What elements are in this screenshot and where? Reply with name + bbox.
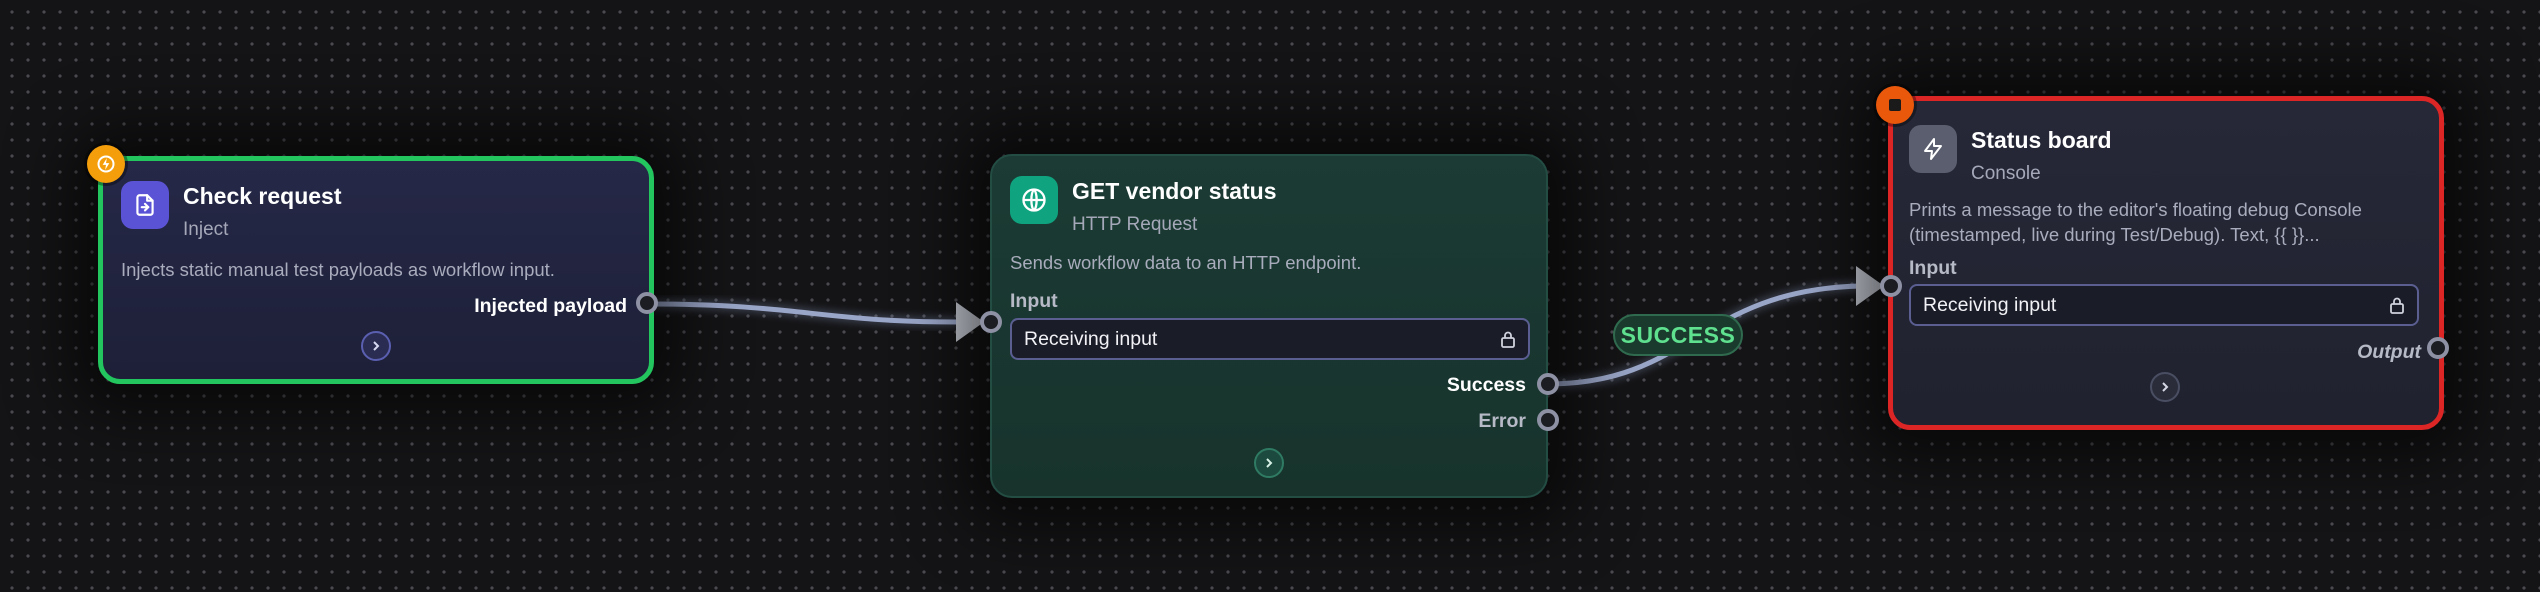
inject-icon	[121, 181, 169, 229]
expand-button[interactable]	[2150, 372, 2180, 402]
node-type: Inject	[183, 219, 229, 240]
expand-button[interactable]	[1254, 448, 1284, 478]
output-label-error: Error	[1478, 410, 1526, 432]
globe-icon	[1010, 176, 1058, 224]
node-description: Sends workflow data to an HTTP endpoint.	[1010, 252, 1362, 273]
node-title: GET vendor status	[1072, 178, 1277, 204]
output-label: Output	[2357, 341, 2421, 363]
chevron-right-icon	[373, 341, 380, 351]
output-label-success: Success	[1446, 374, 1526, 396]
stop-badge[interactable]	[1876, 86, 1914, 124]
bolt-icon	[97, 155, 115, 173]
node-title: Status board	[1971, 127, 2112, 153]
lock-icon	[2390, 297, 2404, 314]
lock-icon	[1501, 331, 1515, 348]
output-port-error[interactable]	[1537, 409, 1559, 431]
output-label-injected-payload: Injected payload	[474, 295, 627, 317]
chevron-right-icon	[1266, 458, 1273, 468]
edge-label-success[interactable]: SUCCESS	[1613, 314, 1743, 356]
chevron-right-icon	[2162, 382, 2169, 392]
description-line-2: (timestamped, live during Test/Debug). T…	[1909, 224, 2320, 245]
expand-button[interactable]	[361, 331, 391, 361]
node-type: Console	[1971, 163, 2041, 184]
input-value: Receiving input	[1024, 327, 1158, 350]
node-description: Prints a message to the editor's floatin…	[1909, 197, 2362, 247]
input-port[interactable]	[1880, 275, 1902, 297]
edge-inject-to-http[interactable]	[647, 299, 984, 342]
output-port-injected-payload[interactable]	[636, 292, 658, 314]
node-status-board[interactable]: Status board Console Prints a message to…	[1888, 96, 2444, 430]
input-field[interactable]: Receiving input	[1010, 318, 1530, 360]
node-description: Injects static manual test payloads as w…	[121, 259, 555, 280]
input-section-label: Input	[1010, 290, 1058, 312]
input-port[interactable]	[980, 311, 1002, 333]
bolt-icon	[1909, 125, 1957, 173]
workflow-canvas[interactable]: Check request Inject Injects static manu…	[0, 0, 2540, 592]
input-section-label: Input	[1909, 257, 1957, 279]
output-port[interactable]	[2427, 337, 2449, 359]
stop-icon	[1889, 99, 1901, 111]
output-port-success[interactable]	[1537, 373, 1559, 395]
node-check-request[interactable]: Check request Inject Injects static manu…	[98, 156, 654, 384]
node-type: HTTP Request	[1072, 214, 1198, 235]
description-line-1: Prints a message to the editor's floatin…	[1909, 199, 2362, 220]
input-value: Receiving input	[1923, 293, 2057, 316]
trigger-badge	[87, 145, 125, 183]
node-get-vendor-status[interactable]: GET vendor status HTTP Request Sends wor…	[990, 154, 1548, 498]
node-title: Check request	[183, 183, 342, 209]
input-field[interactable]: Receiving input	[1909, 284, 2419, 326]
